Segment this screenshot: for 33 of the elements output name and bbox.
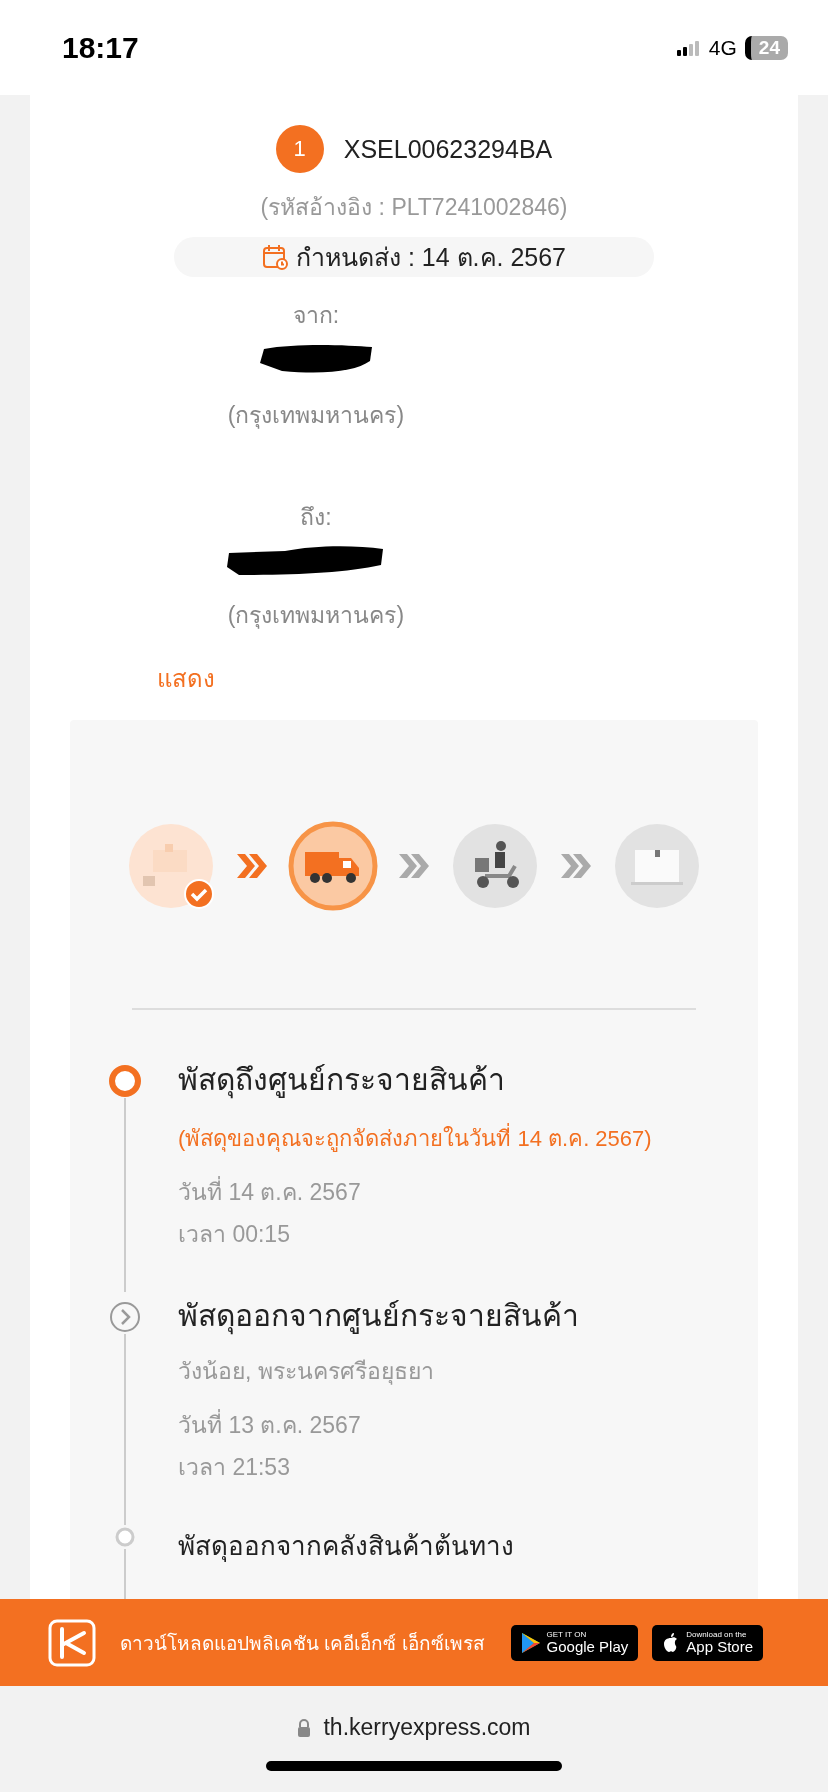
network-label: 4G (708, 35, 737, 60)
shipment-number-badge: 1 (275, 125, 324, 173)
event-title: พัสดุออกจากศูนย์กระจายสินค้า (178, 1292, 579, 1339)
due-date: กำหนดส่ง : 14 ต.ค. 2567 (295, 242, 566, 273)
calendar-icon (261, 244, 288, 270)
reference-code: (รหัสอ้างอิง : PLT7241002846) (259, 193, 569, 222)
event-time: เวลา 21:53 (178, 1453, 291, 1482)
logo-icon (48, 1618, 96, 1667)
play-icon (520, 1631, 541, 1654)
status-time: 18:17 (62, 30, 139, 65)
double-chevron-icon (235, 852, 269, 880)
double-chevron-icon (397, 852, 431, 880)
tracking-number: XSEL00623294BA (343, 134, 553, 164)
double-chevron-icon (559, 852, 593, 880)
event-time: เวลา 00:15 (178, 1220, 291, 1249)
to-label: ถึง: (300, 503, 332, 532)
battery-indicator: 24 (744, 35, 788, 60)
lock-icon (297, 1718, 312, 1737)
app-store-button[interactable]: Download on the App Store (652, 1624, 763, 1661)
signal-icon (676, 39, 701, 56)
google-play-button[interactable]: GET IT ON Google Play (510, 1624, 639, 1661)
from-label: จาก: (292, 301, 340, 330)
event-location: วังน้อย, พระนครศรีอยุธยา (178, 1357, 435, 1387)
event-date: วันที่ 13 ต.ค. 2567 (178, 1407, 579, 1443)
delivery-note: (พัสดุของคุณจะถูกจัดส่งภายในวันที่ 14 ต.ค. 2567) (178, 1121, 652, 1156)
city-text: (กรุงเทพมหานคร) (227, 401, 405, 431)
current-status-icon (108, 1064, 142, 1098)
event-date: วันที่ 14 ต.ค. 2567 (178, 1174, 652, 1210)
chevron-circle-icon (108, 1300, 142, 1334)
city-text: (กรุงเทพมหานคร) (227, 601, 405, 631)
event-title: พัสดุออกจากคลังสินค้าต้นทาง (178, 1530, 514, 1564)
event-title: พัสดุถึงศูนย์กระจายสินค้า (178, 1056, 652, 1103)
banner-text: ดาวน์โหลดแอปพลิเคชัน เคอีเอ็กซ์ เอ็กซ์เพรส (120, 1631, 485, 1656)
